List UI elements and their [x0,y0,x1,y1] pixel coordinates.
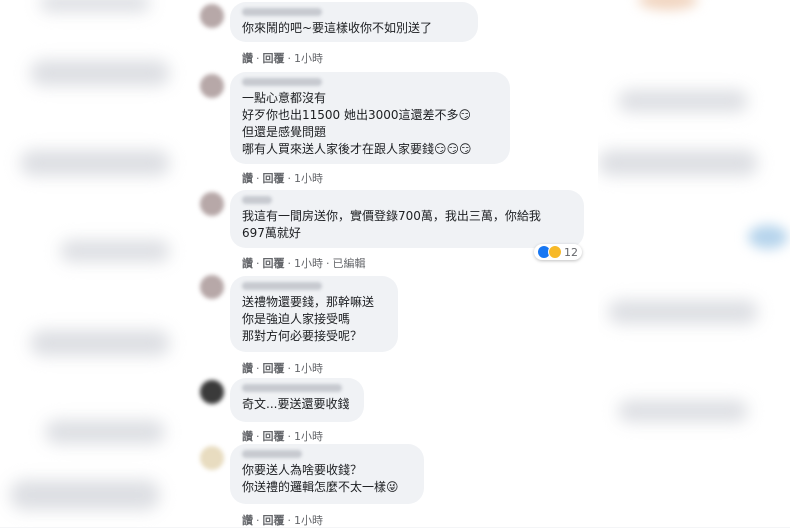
avatar[interactable] [200,74,224,98]
comment-actions: 讚 · 回覆 · 1小時 [242,514,323,527]
avatar[interactable] [200,380,224,404]
comment-bubble: 我這有一間房送你，實價登錄700萬，我出三萬，你給我 697萬就好 [230,190,584,248]
blurred-left-panel [0,0,192,527]
author-name-redacted[interactable] [242,196,272,204]
reply-link[interactable]: 回覆 [263,514,285,527]
blurred-right-panel [598,0,790,527]
like-link[interactable]: 讚 [242,362,253,375]
author-name-redacted[interactable] [242,282,322,290]
author-name-redacted[interactable] [242,78,322,86]
comment-text: 你來鬧的吧~要這樣收你不如別送了 [242,21,433,35]
avatar[interactable] [200,192,224,216]
like-link[interactable]: 讚 [242,172,253,185]
comment-text: 我這有一間房送你，實價登錄700萬，我出三萬，你給我 697萬就好 [242,209,541,240]
comment-text: 你要送人為啥要收錢？ 你送禮的邏輯怎麼不太一樣😜 [242,463,399,494]
reply-link[interactable]: 回覆 [263,172,285,185]
author-name-redacted[interactable] [242,450,302,458]
reply-link[interactable]: 回覆 [263,430,285,443]
like-link[interactable]: 讚 [242,52,253,65]
timestamp[interactable]: 1小時 [294,172,323,185]
comment-text: 奇文...要送還要收錢 [242,397,350,411]
comment-actions: 讚 · 回覆 · 1小時 [242,362,323,375]
reply-link[interactable]: 回覆 [263,362,285,375]
comment-actions: 讚 · 回覆 · 1小時 · 已編輯 [242,257,366,270]
timestamp[interactable]: 1小時 [294,430,323,443]
comment-bubble: 你要送人為啥要收錢？ 你送禮的邏輯怎麼不太一樣😜 [230,444,424,504]
like-link[interactable]: 讚 [242,257,253,270]
like-link[interactable]: 讚 [242,514,253,527]
comment-bubble: 你來鬧的吧~要這樣收你不如別送了 [230,2,478,42]
comments-feed: 你來鬧的吧~要這樣收你不如別送了 讚 · 回覆 · 1小時 一點心意都沒有 好歹你也出1… [192,0,598,527]
comment-text: 送禮物還要錢，那幹嘛送 你是強迫人家接受嗎 那對方何必要接受呢？ [242,295,375,343]
comment-actions: 讚 · 回覆 · 1小時 [242,430,323,443]
reply-link[interactable]: 回覆 [263,257,285,270]
comment-actions: 讚 · 回覆 · 1小時 [242,172,323,185]
like-link[interactable]: 讚 [242,430,253,443]
timestamp[interactable]: 1小時 [294,52,323,65]
author-name-redacted[interactable] [242,384,342,392]
timestamp[interactable]: 1小時 [294,514,323,527]
haha-reaction-icon [548,245,562,259]
author-name-redacted[interactable] [242,8,322,16]
reply-link[interactable]: 回覆 [263,52,285,65]
reaction-count: 12 [564,245,578,259]
edited-label[interactable]: 已編輯 [333,257,366,270]
timestamp[interactable]: 1小時 [294,362,323,375]
reaction-summary[interactable]: 12 [534,244,582,260]
comment-bubble: 送禮物還要錢，那幹嘛送 你是強迫人家接受嗎 那對方何必要接受呢？ [230,276,398,352]
timestamp[interactable]: 1小時 [294,257,323,270]
comment-bubble: 奇文...要送還要收錢 [230,378,364,422]
comment-bubble: 一點心意都沒有 好歹你也出11500 她出3000這還差不多😏 但還是感覺問題 … [230,72,510,164]
avatar[interactable] [200,4,224,28]
comment-text: 一點心意都沒有 好歹你也出11500 她出3000這還差不多😏 但還是感覺問題 … [242,91,472,156]
comment-actions: 讚 · 回覆 · 1小時 [242,52,323,65]
avatar[interactable] [200,275,224,299]
avatar[interactable] [200,446,224,470]
